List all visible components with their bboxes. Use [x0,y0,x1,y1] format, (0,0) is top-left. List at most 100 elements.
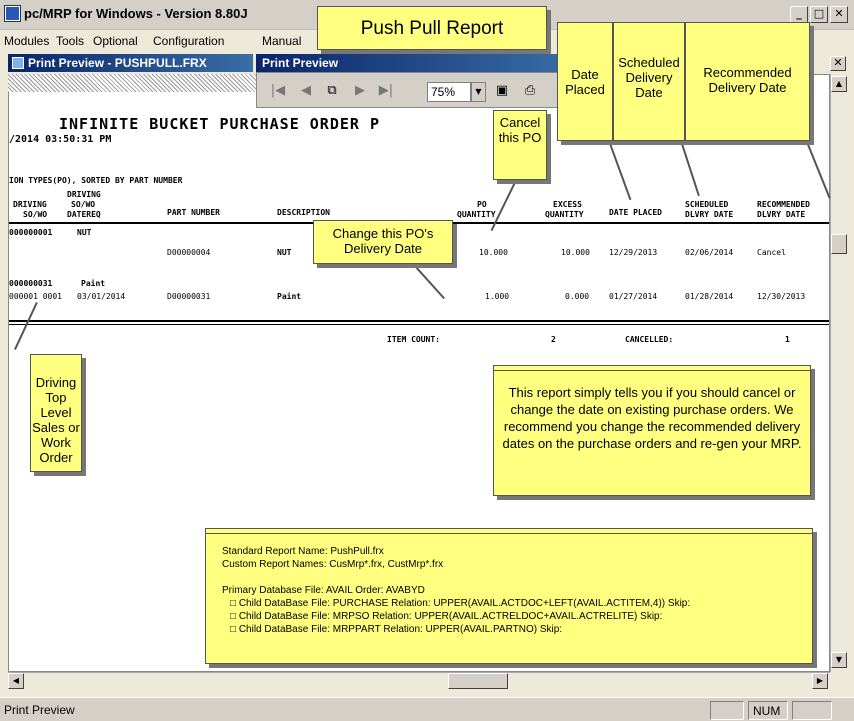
chevron-down-icon[interactable]: ▼ [471,82,486,102]
app-icon [5,6,20,21]
cancelled-value: 1 [785,335,790,344]
row2-driving: Paint [81,279,106,288]
info-custom-report: Custom Report Names: CusMrp*.frx, CustMr… [222,559,444,570]
change-date-callout: Change this PO's Delivery Date [313,220,453,264]
menu-optional[interactable]: Optional [93,34,138,48]
row2-sched: 01/28/2014 [685,292,734,301]
description-callout-bar [494,366,810,371]
item-count-label: ITEM COUNT: [387,335,440,344]
report-icon [12,57,24,69]
maximize-button[interactable]: □ [810,6,828,23]
col-part-number: PART NUMBER [167,208,220,217]
col-scheduled-label: SCHEDULED [685,200,729,209]
info-child-db-mrpso: □ Child DataBase File: MRPSO Relation: U… [230,611,663,622]
print-icon[interactable]: ⎙ [519,81,541,101]
col-recommended-label: RECOMMENDED [757,200,810,209]
prev-page-icon[interactable]: ◀ [295,81,317,101]
report-print-date: /2014 03:50:31 PM [9,134,112,145]
minimize-button[interactable]: _ [790,6,808,23]
menu-modules[interactable]: Modules [4,34,49,48]
status-panel-scroll [792,701,832,720]
cancel-po-callout-text: Cancel this PO [498,115,542,145]
row2-qty: 1.000 [485,292,510,301]
item-count-value: 2 [551,335,556,344]
vertical-scrollbar[interactable]: ▲ ▼ [830,74,847,672]
hscroll-thumb[interactable] [448,673,508,689]
col-excess-label: EXCESS [553,200,582,209]
row2-po: 000000031 [9,279,53,288]
scheduled-delivery-callout: Scheduled Delivery Date [613,22,685,141]
scroll-thumb[interactable] [831,234,847,254]
row1-po: 000000001 [9,228,53,237]
scroll-down-icon[interactable]: ▼ [831,652,847,668]
goto-page-icon[interactable]: ⧉ [321,81,343,101]
row2-rec: 12/30/2013 [757,292,806,301]
row1-driving: NUT [77,228,92,237]
cancel-po-callout: Cancel this PO [493,110,547,180]
date-placed-callout: Date Placed [557,22,613,141]
info-child-db-purchase: □ Child DataBase File: PURCHASE Relation… [230,598,691,609]
report-info-callout-bar [206,529,812,534]
child-close-button[interactable]: ✕ [830,56,846,71]
row2-desc: Paint [277,292,302,301]
col-scheduled-sub: DLVRY DATE [685,210,734,219]
menu-manual[interactable]: Manual [262,34,301,48]
col-driving2-sub: SO/WO [71,200,96,209]
info-standard-report: Standard Report Name: PushPull.frx [222,546,384,557]
col-driving-sub: SO/WO [23,210,48,219]
status-text: Print Preview [4,703,75,717]
first-page-icon[interactable]: |◀ [267,81,289,101]
menu-tools[interactable]: Tools [56,34,84,48]
status-panel-caps [710,701,744,720]
row1-part: D00000004 [167,248,211,257]
report-info-callout: Standard Report Name: PushPull.frx Custo… [205,528,813,664]
change-date-callout-text: Change this PO's Delivery Date [332,226,434,256]
row2-date-req: 03/01/2014 [77,292,126,301]
zoom-select[interactable]: 75% [427,82,471,102]
col-driving2-sub2: DATEREQ [67,210,101,219]
recommended-delivery-callout-text: Recommended Delivery Date [703,65,792,95]
report-subheader: ION TYPES(PO), SORTED BY PART NUMBER [9,176,183,185]
scroll-up-icon[interactable]: ▲ [831,76,847,92]
menu-configuration[interactable]: Configuration [153,34,224,48]
col-date-placed: DATE PLACED [609,208,662,217]
report-title: INFINITE BUCKET PURCHASE ORDER P [59,115,380,133]
row2-excess: 0.000 [565,292,590,301]
horizontal-scrollbar[interactable]: ◀ ▶ [8,672,830,689]
row1-desc: NUT [277,248,292,257]
close-button[interactable]: ✕ [830,6,848,23]
status-bar: Print Preview NUM [0,697,854,721]
footer-rule-1 [9,320,829,322]
row1-placed: 12/29/2013 [609,248,658,257]
cancelled-label: CANCELLED: [625,335,674,344]
row2-placed: 01/27/2014 [609,292,658,301]
description-callout: This report simply tells you if you shou… [493,365,811,496]
status-num: NUM [748,701,788,720]
scheduled-delivery-callout-text: Scheduled Delivery Date [618,55,680,100]
recommended-delivery-callout: Recommended Delivery Date [685,22,810,141]
next-page-icon[interactable]: ▶ [349,81,371,101]
scroll-left-icon[interactable]: ◀ [8,673,24,689]
push-pull-title-callout: Push Pull Report [317,6,547,50]
col-driving-label: DRIVING [13,200,47,209]
close-preview-icon[interactable]: ▣ [491,81,513,101]
scroll-right-icon[interactable]: ▶ [812,673,828,689]
row1-sched: 02/06/2014 [685,248,734,257]
col-recommended-sub: DLVRY DATE [757,210,806,219]
description-callout-text: This report simply tells you if you shou… [502,385,802,451]
row2-part: D00000031 [167,292,211,301]
info-primary-db: Primary Database File: AVAIL Order: AVAB… [222,585,425,596]
print-preview-toolbar: |◀ ◀ ⧉ ▶ ▶| 75% ▼ ▣ ⎙ [256,72,574,108]
row1-rec: Cancel [757,248,786,257]
app-title: pc/MRP for Windows - Version 8.80J [24,6,248,21]
col-excess-qty: QUANTITY [545,210,584,219]
last-page-icon[interactable]: ▶| [375,81,397,101]
col-description: DESCRIPTION [277,208,330,217]
row1-excess: 10.000 [561,248,590,257]
col-po-qty: QUANTITY [457,210,496,219]
print-preview-title: Print Preview [256,54,576,72]
row1-qty: 10.000 [479,248,508,257]
driving-order-callout-text: Driving Top Level Sales or Work Order [32,375,80,465]
info-child-db-mrppart: □ Child DataBase File: MRPPART Relation:… [230,624,563,635]
